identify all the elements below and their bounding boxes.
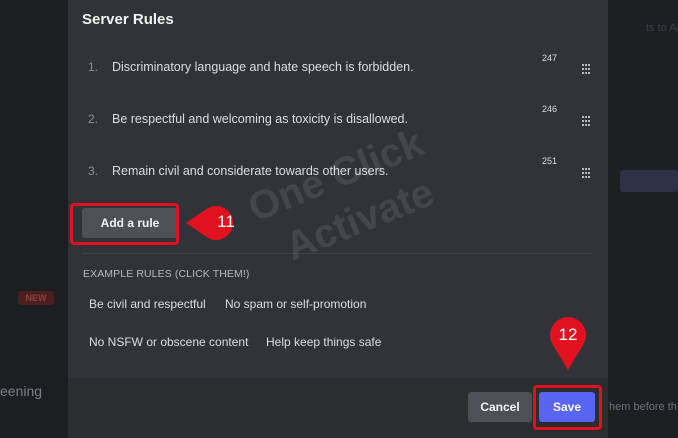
rule-text[interactable]: Discriminatory language and hate speech … <box>112 60 414 74</box>
new-badge: NEW <box>18 291 54 305</box>
drag-handle-icon[interactable] <box>581 115 591 129</box>
background-left-panel <box>0 0 68 438</box>
rule-item-1[interactable]: 1. Discriminatory language and hate spee… <box>68 53 608 108</box>
example-rule-no-nsfw[interactable]: No NSFW or obscene content <box>89 335 248 349</box>
example-rules-heading: EXAMPLE RULES (CLICK THEM!) <box>83 268 250 280</box>
rule-number: 1. <box>88 60 99 74</box>
drag-handle-icon[interactable] <box>581 167 591 181</box>
modal-title: Server Rules <box>82 11 174 28</box>
rule-char-count: 247 <box>542 53 558 63</box>
background-right-text-bottom: hem before th <box>609 401 677 413</box>
section-divider <box>82 253 592 254</box>
background-right-button <box>620 170 678 192</box>
rule-item-2[interactable]: 2. Be respectful and welcoming as toxici… <box>68 104 608 160</box>
cancel-button[interactable]: Cancel <box>468 392 532 422</box>
rule-char-count: 251 <box>542 156 558 166</box>
save-highlight-box <box>533 385 602 430</box>
callout-12-label: 12 <box>558 325 578 344</box>
rule-text[interactable]: Be respectful and welcoming as toxicity … <box>112 112 408 126</box>
rule-text[interactable]: Remain civil and considerate towards oth… <box>112 164 389 178</box>
background-right-text-top: ts to Al <box>646 22 678 34</box>
callout-11-label: 11 <box>217 212 235 231</box>
rule-number: 3. <box>88 164 99 178</box>
example-rule-no-spam[interactable]: No spam or self-promotion <box>225 297 366 311</box>
drag-handle-icon[interactable] <box>581 63 591 77</box>
example-rule-keep-safe[interactable]: Help keep things safe <box>266 335 381 349</box>
app-screen: NEW eening ts to Al hem before th Server… <box>0 0 678 438</box>
add-rule-highlight-box <box>70 203 179 245</box>
background-right-panel <box>608 0 678 438</box>
modal-footer: Cancel Save <box>68 378 608 438</box>
rule-number: 2. <box>88 112 99 126</box>
rule-char-count: 246 <box>542 104 558 114</box>
example-rule-civil[interactable]: Be civil and respectful <box>89 297 206 311</box>
background-channel-text: eening <box>0 383 43 399</box>
